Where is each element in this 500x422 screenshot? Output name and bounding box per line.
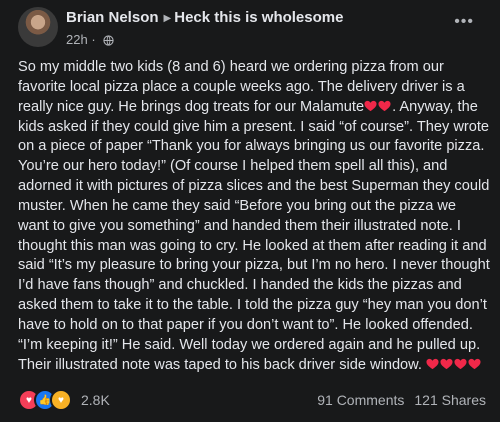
globe-icon <box>103 35 114 46</box>
heart-icon <box>468 358 481 369</box>
heart-icon <box>454 358 467 369</box>
group-name[interactable]: Heck this is wholesome <box>174 9 343 26</box>
heart-icon <box>378 100 391 111</box>
heart-icon <box>364 100 377 111</box>
post-stats: 91 Comments 121 Shares <box>317 392 486 408</box>
post-meta: Brian Nelson ▶ Heck this is wholesome 22h … <box>66 9 458 47</box>
post-timestamp-line: 22h · <box>66 32 458 47</box>
post-body-text-2: . Anyway, the kids asked if they could g… <box>18 98 490 373</box>
comments-count[interactable]: 91 Comments <box>317 392 404 408</box>
shares-count[interactable]: 121 Shares <box>414 392 486 408</box>
post-time[interactable]: 22h <box>66 32 88 47</box>
author-name[interactable]: Brian Nelson <box>66 9 159 26</box>
reaction-count[interactable]: 2.8K <box>81 392 110 408</box>
author-line: Brian Nelson ▶ Heck this is wholesome <box>66 9 458 26</box>
avatar[interactable] <box>18 7 58 47</box>
heart-icon <box>426 358 439 369</box>
post-card: Brian Nelson ▶ Heck this is wholesome 22h … <box>0 0 500 422</box>
care-reaction-icon: ♥ <box>50 389 72 411</box>
post-header: Brian Nelson ▶ Heck this is wholesome 22h … <box>18 7 488 51</box>
post-body: So my middle two kids (8 and 6) heard we… <box>18 58 490 376</box>
caret-right-icon: ▶ <box>163 13 172 24</box>
heart-icon <box>440 358 453 369</box>
more-icon[interactable]: ••• <box>454 13 474 31</box>
post-footer: ♥ 👍 ♥ 2.8K 91 Comments 121 Shares <box>18 388 488 412</box>
